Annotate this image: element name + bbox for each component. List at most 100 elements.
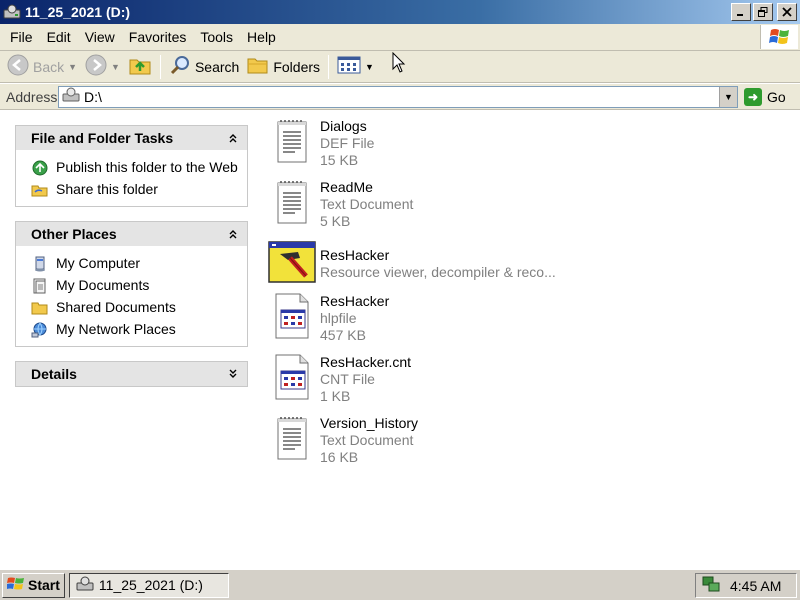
network-tray-icon[interactable] — [702, 575, 720, 596]
file-folder-tasks-header[interactable]: File and Folder Tasks — [16, 126, 247, 150]
file-type: CNT File — [320, 371, 375, 387]
task-pane: File and Folder Tasks Publish this folde… — [15, 125, 248, 401]
details-header[interactable]: Details — [16, 362, 247, 386]
views-dropdown-icon[interactable]: ▼ — [365, 62, 374, 72]
text-document-icon — [268, 117, 316, 165]
toolbar-separator — [159, 54, 161, 79]
file-name: ResHacker.cnt — [320, 354, 412, 370]
file-name: Dialogs — [320, 118, 367, 134]
taskbar-window-label: 11_25_2021 (D:) — [98, 577, 203, 593]
text-document-icon — [268, 178, 316, 226]
system-tray: 4:45 AM — [695, 573, 797, 598]
collapse-icon[interactable] — [226, 131, 240, 145]
folders-label: Folders — [273, 58, 321, 75]
shared-documents-icon — [31, 299, 49, 316]
close-button[interactable] — [777, 3, 797, 21]
minimize-button[interactable] — [731, 3, 751, 21]
other-places-panel: Other Places My Computer My Documents Sh… — [15, 221, 248, 347]
restore-button[interactable] — [753, 3, 773, 21]
file-name: ResHacker — [320, 247, 390, 263]
go-button[interactable]: ➜ Go — [744, 87, 786, 106]
folders-button[interactable]: Folders — [243, 54, 324, 80]
go-arrow-icon: ➜ — [744, 87, 762, 106]
window-title: 11_25_2021 (D:) — [25, 4, 131, 20]
back-button[interactable]: Back ▼ — [3, 54, 81, 80]
file-name: ReadMe — [320, 179, 373, 195]
back-dropdown-icon[interactable]: ▼ — [68, 62, 77, 72]
file-type: Resource viewer, decompiler & reco... — [320, 264, 556, 280]
windows-logo-icon — [760, 25, 798, 49]
publish-web-icon — [31, 159, 49, 176]
menu-favorites[interactable]: Favorites — [122, 29, 194, 45]
search-label: Search — [194, 58, 240, 75]
forward-dropdown-icon[interactable]: ▼ — [111, 62, 120, 72]
views-icon — [337, 55, 361, 78]
start-label: Start — [28, 577, 60, 593]
go-label: Go — [767, 88, 786, 105]
shared-documents-label: Shared Documents — [56, 299, 176, 315]
reshacker-app-icon — [268, 239, 316, 287]
taskbar-window-button[interactable]: 11_25_2021 (D:) — [68, 572, 229, 598]
help-file-icon — [268, 353, 316, 401]
menu-view[interactable]: View — [78, 29, 122, 45]
file-item[interactable]: ResHacker hlpfile 457 KB — [268, 292, 788, 353]
file-size: 5 KB — [320, 213, 351, 229]
views-button[interactable]: ▼ — [333, 54, 378, 80]
menu-help[interactable]: Help — [240, 29, 283, 45]
file-size: 15 KB — [320, 152, 359, 168]
my-documents-icon — [31, 277, 49, 294]
menu-edit[interactable]: Edit — [40, 29, 78, 45]
my-computer-icon — [31, 255, 49, 272]
share-folder-icon — [31, 181, 49, 198]
my-documents-link[interactable]: My Documents — [31, 277, 239, 294]
publish-folder-link[interactable]: Publish this folder to the Web — [31, 159, 239, 176]
windows-logo-icon — [7, 576, 25, 595]
help-file-icon — [268, 292, 316, 340]
file-type: Text Document — [320, 432, 414, 448]
address-value: D:\ — [84, 88, 102, 105]
address-label: Address — [6, 88, 58, 105]
drive-icon — [59, 87, 80, 106]
mouse-cursor-icon — [392, 51, 406, 77]
file-name: Version_History — [320, 415, 419, 431]
collapse-icon[interactable] — [226, 227, 240, 241]
file-type: Text Document — [320, 196, 414, 212]
my-computer-label: My Computer — [56, 255, 141, 271]
file-folder-tasks-title: File and Folder Tasks — [31, 130, 174, 146]
expand-icon[interactable] — [226, 367, 240, 381]
file-name: ResHacker — [320, 293, 390, 309]
my-network-places-link[interactable]: My Network Places — [31, 321, 239, 338]
up-folder-icon — [128, 54, 152, 79]
file-size: 457 KB — [320, 327, 366, 343]
file-type: hlpfile — [320, 310, 357, 326]
up-folder-button[interactable] — [124, 54, 156, 80]
my-computer-link[interactable]: My Computer — [31, 255, 239, 272]
file-item[interactable]: Dialogs DEF File 15 KB — [268, 117, 788, 178]
drive-icon — [3, 4, 21, 20]
shared-documents-link[interactable]: Shared Documents — [31, 299, 239, 316]
file-item[interactable]: Version_History Text Document 16 KB — [268, 414, 788, 475]
file-item[interactable]: ReadMe Text Document 5 KB — [268, 178, 788, 239]
forward-button[interactable]: ▼ — [81, 54, 124, 80]
text-document-icon — [268, 414, 316, 462]
clock[interactable]: 4:45 AM — [730, 578, 781, 594]
menu-tools[interactable]: Tools — [193, 29, 240, 45]
my-documents-label: My Documents — [56, 277, 150, 293]
my-network-places-label: My Network Places — [56, 321, 176, 337]
address-dropdown-icon[interactable]: ▼ — [719, 86, 737, 107]
details-title: Details — [31, 366, 77, 382]
forward-arrow-icon — [85, 54, 107, 79]
file-size: 16 KB — [320, 449, 359, 465]
file-item[interactable]: ResHacker Resource viewer, decompiler & … — [268, 239, 788, 292]
share-folder-link[interactable]: Share this folder — [31, 181, 239, 198]
menu-file[interactable]: File — [3, 29, 40, 45]
taskbar: Start 11_25_2021 (D:) 4:45 AM — [0, 569, 800, 600]
search-button[interactable]: Search — [165, 54, 243, 80]
publish-folder-label: Publish this folder to the Web — [56, 159, 238, 175]
address-bar: Address D:\ ▼ ➜ Go — [0, 84, 800, 110]
file-item[interactable]: ResHacker.cnt CNT File 1 KB — [268, 353, 788, 414]
other-places-header[interactable]: Other Places — [16, 222, 247, 246]
address-input[interactable]: D:\ ▼ — [58, 85, 738, 108]
start-button[interactable]: Start — [2, 572, 65, 598]
title-bar[interactable]: 11_25_2021 (D:) — [0, 0, 800, 24]
